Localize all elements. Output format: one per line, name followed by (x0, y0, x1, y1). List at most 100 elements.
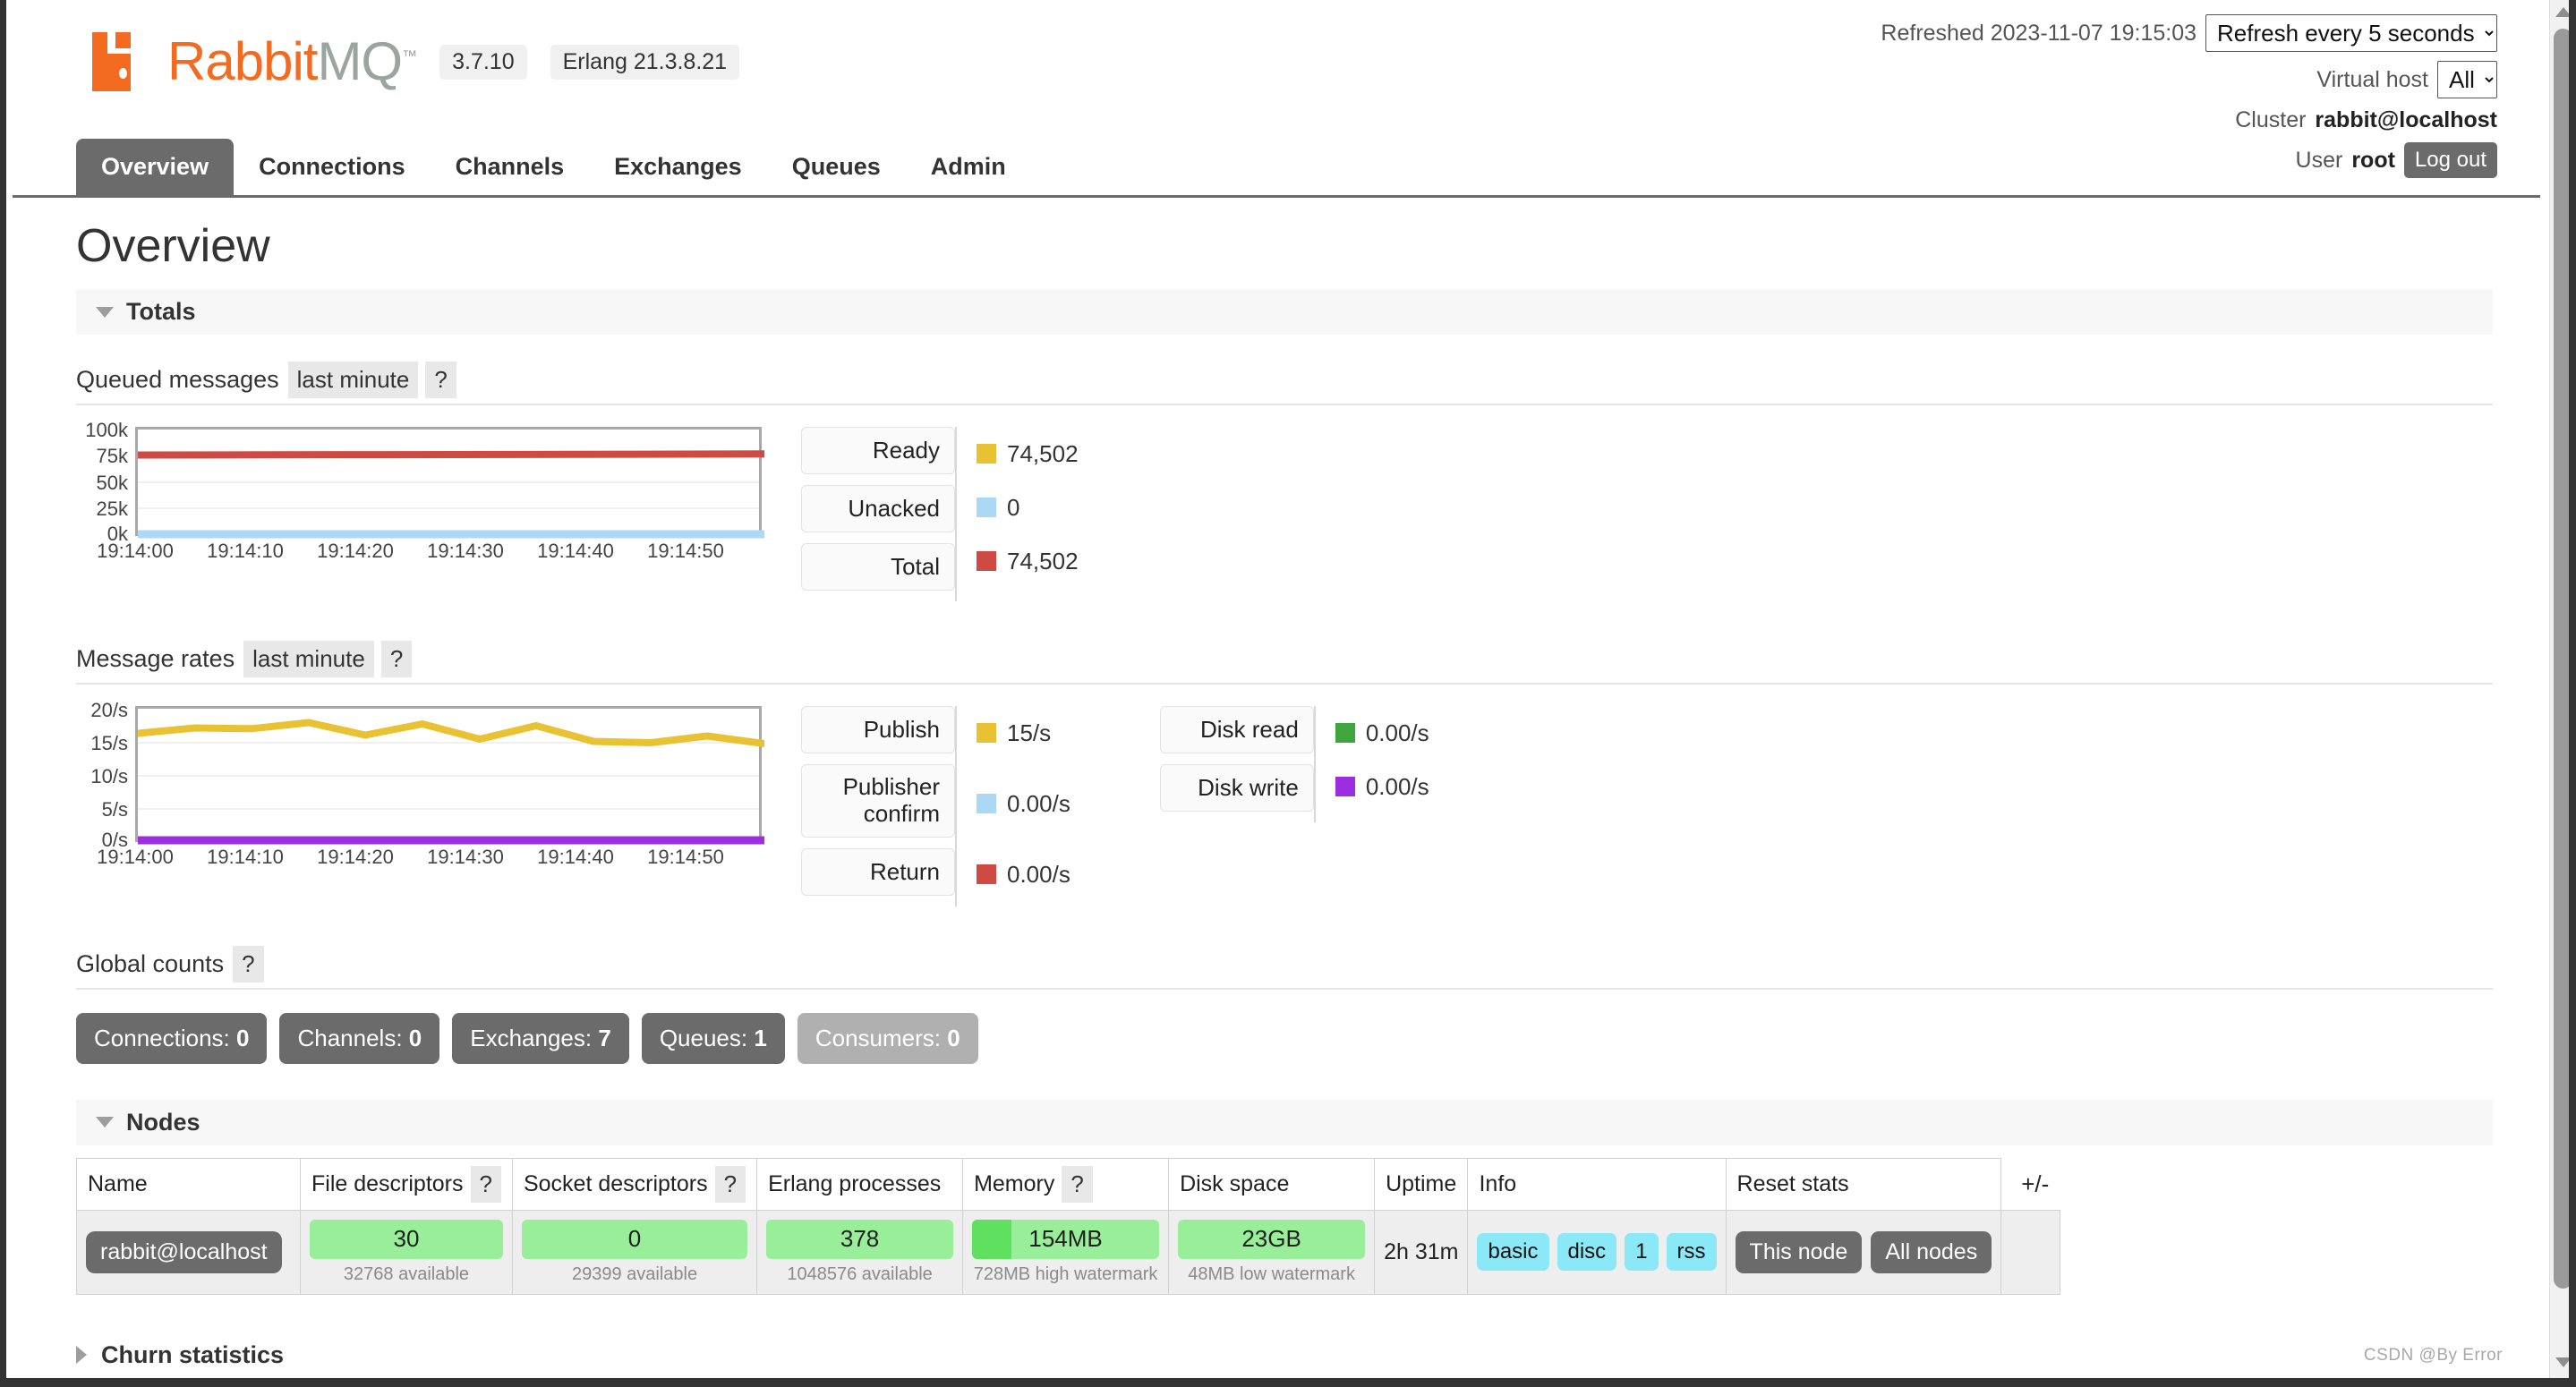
page-root: RabbitMQ™ 3.7.10 Erlang 21.3.8.21 Refres… (6, 0, 2542, 1378)
count-label-consumers: Consumers: (815, 1024, 941, 1051)
global-counts-help-icon[interactable]: ? (233, 945, 264, 983)
rates-xtick-2: 19:14:20 (317, 846, 394, 868)
info-tag-basic[interactable]: basic (1477, 1233, 1549, 1272)
count-pill-queues[interactable]: Queues: 1 (641, 1012, 785, 1064)
socket-descriptors-value: 0 (627, 1225, 642, 1253)
toggle-columns-button[interactable]: +/- (2001, 1158, 2060, 1210)
legend-value-total: 74,502 (1007, 547, 1079, 574)
window-edge-right (2569, 0, 2576, 1387)
tab-channels[interactable]: Channels (431, 139, 590, 195)
legend-button-disk-read[interactable]: Disk read (1159, 706, 1314, 753)
col-label-reset-stats: Reset stats (1736, 1170, 1849, 1196)
section-title-churn: Churn statistics (101, 1340, 285, 1368)
legend-button-publisher-confirm[interactable]: Publisher confirm (801, 764, 955, 838)
count-pill-exchanges[interactable]: Exchanges: 7 (452, 1012, 629, 1064)
rates-xtick-1: 19:14:10 (207, 846, 284, 868)
rates-legend-values-right: 0.00/s 0.00/s (1313, 706, 1429, 822)
section-title-nodes: Nodes (126, 1108, 200, 1136)
legend-value-return: 0.00/s (1007, 860, 1070, 888)
queued-xtick-2: 19:14:20 (317, 540, 394, 562)
count-pill-consumers[interactable]: Consumers: 0 (797, 1012, 978, 1064)
node-name-link[interactable]: rabbit@localhost (86, 1230, 282, 1273)
watermark-text: CSDN @By Error (2363, 1346, 2503, 1365)
vhost-select[interactable]: All (2437, 61, 2497, 98)
col-label-socket-descriptors: Socket descriptors (523, 1170, 708, 1196)
file-descriptors-value: 30 (393, 1225, 420, 1253)
section-header-churn-statistics[interactable]: Churn statistics (76, 1341, 2502, 1369)
queued-messages-help-icon[interactable]: ? (425, 362, 456, 398)
rabbitmq-logo[interactable]: RabbitMQ™ 3.7.10 Erlang 21.3.8.21 (92, 31, 740, 91)
col-reset-stats: Reset stats (1725, 1157, 2002, 1211)
legend-button-return[interactable]: Return (801, 847, 955, 896)
col-info: Info (1467, 1157, 1727, 1211)
queued-ytick-25k: 25k (96, 498, 128, 520)
reset-all-nodes-button[interactable]: All nodes (1871, 1230, 1992, 1273)
queued-legend-labels: Ready Unacked Total (801, 427, 955, 601)
legend-swatch-ready (977, 444, 996, 464)
count-label-exchanges: Exchanges: (470, 1024, 593, 1051)
legend-button-publish[interactable]: Publish (801, 706, 955, 753)
tab-exchanges[interactable]: Exchanges (589, 139, 767, 195)
refreshed-timestamp: Refreshed 2023-11-07 19:15:03 (1881, 20, 2196, 46)
legend-button-unacked[interactable]: Unacked (801, 485, 955, 532)
tab-queues[interactable]: Queues (767, 139, 906, 195)
user-label: User (2295, 147, 2343, 173)
nodes-table: Name File descriptors ? Socket descripto… (76, 1157, 2060, 1295)
message-rates-help-icon[interactable]: ? (380, 641, 413, 677)
erlang-processes-value: 378 (840, 1225, 880, 1253)
queued-messages-range-chip[interactable]: last minute (287, 362, 419, 398)
count-pill-connections[interactable]: Connections: 0 (76, 1012, 268, 1064)
window-edge-bottom (0, 1378, 2576, 1387)
tab-overview[interactable]: Overview (76, 139, 235, 195)
rates-xtick-3: 19:14:30 (427, 846, 504, 868)
erlang-processes-cell: 378 1048576 available (756, 1209, 964, 1295)
rates-xtick-0: 19:14:00 (97, 846, 174, 868)
reset-this-node-button[interactable]: This node (1735, 1230, 1863, 1273)
legend-value-ready: 74,502 (1007, 439, 1079, 467)
logo-rabbit-text: Rabbit (167, 31, 318, 91)
section-header-nodes[interactable]: Nodes (76, 1099, 2493, 1145)
count-value-consumers: 0 (947, 1024, 960, 1051)
col-label-info: Info (1479, 1170, 1517, 1196)
col-label-disk-space: Disk space (1180, 1170, 1290, 1196)
col-label-memory: Memory (974, 1170, 1055, 1196)
tab-admin[interactable]: Admin (906, 139, 1031, 195)
legend-value-publisher-confirm: 0.00/s (1007, 789, 1070, 817)
info-tag-disc[interactable]: disc (1557, 1233, 1617, 1272)
file-descriptors-help-icon[interactable]: ? (470, 1165, 501, 1203)
count-value-connections: 0 (236, 1024, 250, 1051)
logo-mq-text: MQ (317, 31, 403, 91)
col-disk-space: Disk space (1168, 1157, 1376, 1211)
disk-space-bar: 23GB (1178, 1219, 1366, 1259)
socket-descriptors-help-icon[interactable]: ? (714, 1165, 746, 1203)
refresh-interval-select[interactable]: Refresh every 5 seconds (2205, 14, 2497, 52)
main-content: Overview Totals Queued messages last min… (76, 219, 2502, 1378)
legend-button-disk-write[interactable]: Disk write (1159, 764, 1314, 812)
node-name-cell: rabbit@localhost (76, 1209, 301, 1295)
legend-button-ready[interactable]: Ready (801, 427, 955, 474)
rates-legend-values-left: 15/s 0.00/s 0.00/s (955, 706, 1070, 906)
logout-button[interactable]: Log out (2403, 142, 2497, 178)
info-tag-rss[interactable]: rss (1666, 1233, 1717, 1272)
section-header-totals[interactable]: Totals (76, 289, 2493, 335)
socket-descriptors-cell: 0 29399 available (511, 1209, 758, 1295)
tab-connections[interactable]: Connections (234, 139, 431, 195)
count-pill-channels[interactable]: Channels: 0 (279, 1012, 440, 1064)
count-value-exchanges: 7 (598, 1024, 611, 1051)
message-rates-range-chip[interactable]: last minute (243, 641, 374, 677)
legend-swatch-disk-write (1335, 777, 1355, 796)
queued-messages-header: Queued messages last minute ? (76, 362, 2493, 405)
file-descriptors-bar: 30 (310, 1219, 503, 1259)
reset-stats-cell: This node All nodes (1725, 1209, 2002, 1295)
queued-messages-series (138, 450, 764, 539)
legend-button-total[interactable]: Total (801, 543, 955, 591)
queued-ytick-50k: 50k (96, 472, 128, 494)
app-header: RabbitMQ™ 3.7.10 Erlang 21.3.8.21 Refres… (6, 0, 2542, 178)
memory-help-icon[interactable]: ? (1062, 1165, 1093, 1203)
info-tag-count[interactable]: 1 (1625, 1233, 1659, 1272)
col-label-uptime: Uptime (1386, 1170, 1457, 1196)
chevron-right-icon-churn (76, 1346, 87, 1365)
queued-messages-legend: Ready Unacked Total 74,502 0 74,502 (801, 427, 1079, 601)
legend-swatch-publisher-confirm (977, 794, 996, 813)
queued-messages-chart-row: 100k 75k 50k 25k 0k 19:14:00 19:14:10 19… (76, 419, 2502, 601)
